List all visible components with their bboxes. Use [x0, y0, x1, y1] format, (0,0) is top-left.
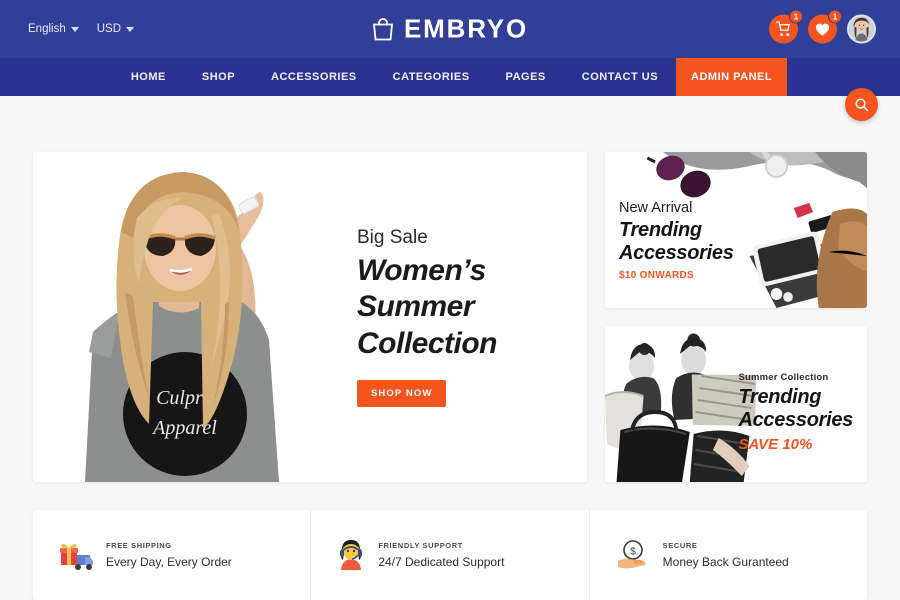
top-header: English USD EMBRYO 1 1: [0, 0, 900, 58]
language-selector[interactable]: English: [28, 23, 79, 35]
page-content: Culprit Apparel Big Sale Women’s Summer …: [0, 96, 900, 600]
hero-banner[interactable]: Culprit Apparel Big Sale Women’s Summer …: [33, 152, 587, 482]
hero-title-line2: Summer: [357, 290, 475, 324]
locale-selectors: English USD: [28, 23, 134, 35]
feature-title: Money Back Guranteed: [662, 555, 789, 569]
shopping-bag-icon: [372, 17, 394, 42]
wishlist-button[interactable]: 1: [808, 9, 842, 44]
side-banner-new-arrival[interactable]: New Arrival Trending Accessories $10 ONW…: [605, 152, 867, 308]
nav-item-admin-panel[interactable]: ADMIN PANEL: [676, 58, 788, 96]
nav-item-accessories[interactable]: ACCESSORIES: [253, 58, 375, 96]
new-arrival-price: $10 ONWARDS: [619, 270, 694, 282]
feature-kicker: SECURE: [662, 541, 698, 550]
side-banner-column: New Arrival Trending Accessories $10 ONW…: [605, 152, 867, 482]
summer-collection-title-line1: Trending: [738, 386, 822, 408]
side-banner-summer-collection[interactable]: Summer Collection Trending Accessories S…: [605, 326, 867, 482]
new-arrival-copy: New Arrival Trending Accessories $10 ONW…: [619, 200, 734, 281]
cart-icon: [776, 21, 791, 37]
banner-row: Culprit Apparel Big Sale Women’s Summer …: [0, 152, 900, 482]
feature-secure: $ SECURE Money Back Guranteed: [590, 510, 867, 600]
feature-friendly-support: FRIENDLY SUPPORT 24/7 Dedicated Support: [311, 510, 590, 600]
features-bar: FREE SHIPPING Every Day, Every Order FRI…: [33, 510, 867, 600]
new-arrival-title-line1: Trending: [619, 219, 702, 241]
summer-collection-copy: Summer Collection Trending Accessories S…: [738, 372, 853, 453]
summer-collection-save: SAVE 10%: [738, 436, 813, 454]
gift-truck-icon: [59, 539, 93, 571]
nav-item-pages[interactable]: PAGES: [488, 58, 564, 96]
nav-item-categories[interactable]: CATEGORIES: [375, 58, 488, 96]
hero-title-line1: Women’s: [357, 253, 486, 287]
feature-kicker: FREE SHIPPING: [106, 541, 172, 550]
brand-name: EMBRYO: [404, 13, 528, 44]
svg-text:$: $: [630, 547, 636, 558]
nav-item-shop[interactable]: SHOP: [184, 58, 253, 96]
shop-now-button[interactable]: SHOP NOW: [357, 380, 447, 408]
hero-image: Culprit Apparel: [33, 152, 353, 482]
cart-button[interactable]: 1: [769, 9, 803, 44]
currency-selector[interactable]: USD: [97, 23, 134, 35]
new-arrival-kicker: New Arrival: [619, 200, 693, 216]
nav-item-contact-us[interactable]: CONTACT US: [564, 58, 676, 96]
support-agent-icon: [337, 538, 365, 572]
currency-label: USD: [96, 23, 121, 35]
hero-copy: Big Sale Women’s Summer Collection SHOP …: [353, 152, 587, 482]
main-navigation: HOME SHOP ACCESSORIES CATEGORIES PAGES C…: [0, 58, 900, 121]
header-actions: 1 1: [769, 9, 876, 44]
hero-kicker: Big Sale: [357, 226, 428, 248]
feature-kicker: FRIENDLY SUPPORT: [378, 541, 463, 550]
heart-icon: [815, 22, 830, 36]
new-arrival-title-line2: Accessories: [619, 242, 734, 265]
search-icon: [854, 97, 869, 112]
language-label: English: [28, 23, 66, 35]
brand-logo[interactable]: EMBRYO: [372, 14, 528, 45]
chevron-down-icon: [126, 26, 134, 32]
summer-collection-kicker: Summer Collection: [738, 372, 829, 383]
summer-collection-title-line2: Accessories: [738, 409, 853, 432]
avatar[interactable]: [847, 14, 876, 44]
feature-title: 24/7 Dedicated Support: [378, 555, 505, 569]
chevron-down-icon: [70, 26, 79, 32]
wishlist-badge: 1: [828, 9, 842, 24]
hero-title-line3: Collection: [357, 326, 498, 360]
hand-coin-icon: $: [616, 539, 650, 571]
feature-title: Every Day, Every Order: [106, 555, 232, 569]
nav-item-home[interactable]: HOME: [113, 58, 184, 96]
search-button[interactable]: [845, 88, 878, 121]
cart-badge: 1: [789, 9, 803, 24]
feature-free-shipping: FREE SHIPPING Every Day, Every Order: [33, 510, 312, 600]
